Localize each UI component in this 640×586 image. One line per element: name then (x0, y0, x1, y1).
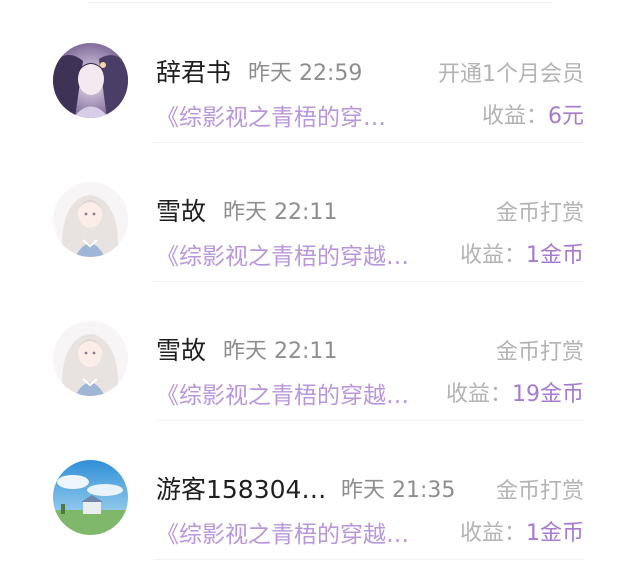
earnings-value: 6元 (548, 104, 584, 129)
earnings-label: 收益： (445, 382, 512, 407)
avatar[interactable] (53, 460, 128, 535)
earnings: 收益：1金币 (460, 237, 584, 269)
income-record-row[interactable]: 雪故 昨天 22:11 金币打赏 《综影视之青梧的穿越… 收益：1金币 (0, 143, 640, 282)
user-name[interactable]: 游客158304… (156, 470, 326, 506)
record-time: 昨天 22:11 (223, 339, 338, 364)
avatar[interactable] (53, 182, 128, 257)
income-record-row[interactable]: 雪故 昨天 22:11 金币打赏 《综影视之青梧的穿越… 收益：19金币 (0, 282, 640, 421)
record-time: 昨天 22:59 (248, 61, 363, 86)
row-divider (154, 559, 584, 560)
earnings-label: 收益： (459, 243, 526, 268)
record-type: 金币打赏 (495, 479, 584, 504)
user-name[interactable]: 辞君书 (156, 53, 231, 89)
income-record-row[interactable]: 辞君书 昨天 22:59 开通1个月会员 《综影视之青梧的穿… 收益：6元 (0, 4, 640, 143)
earnings: 收益：1金币 (460, 515, 584, 547)
avatar-sky-landscape-icon (53, 460, 128, 535)
top-divider (88, 2, 552, 3)
earnings-label: 收益： (459, 521, 526, 546)
book-title-link[interactable]: 《综影视之青梧的穿越… (156, 237, 441, 271)
avatar-white-hair-girl-icon (53, 182, 128, 257)
record-type: 金币打赏 (495, 340, 584, 365)
earnings: 收益：6元 (482, 98, 584, 130)
avatar-white-hair-girl-icon (53, 321, 128, 396)
user-name[interactable]: 雪故 (156, 331, 206, 367)
record-time: 昨天 21:35 (341, 478, 456, 503)
earnings: 收益：19金币 (446, 376, 584, 408)
earnings-value: 1金币 (526, 243, 584, 268)
book-title-link[interactable]: 《综影视之青梧的穿… (156, 98, 416, 132)
record-type: 金币打赏 (495, 201, 584, 226)
avatar[interactable] (53, 43, 128, 118)
record-time: 昨天 22:11 (223, 200, 338, 225)
earnings-value: 19金币 (512, 382, 584, 407)
user-name[interactable]: 雪故 (156, 192, 206, 228)
book-title-link[interactable]: 《综影视之青梧的穿越… (156, 376, 441, 410)
book-title-link[interactable]: 《综影视之青梧的穿越… (156, 515, 441, 549)
avatar[interactable] (53, 321, 128, 396)
record-type: 开通1个月会员 (438, 62, 584, 87)
earnings-label: 收益： (481, 104, 548, 129)
avatar-dark-anime-girl-icon (53, 43, 128, 118)
income-record-row[interactable]: 游客158304… 昨天 21:35 金币打赏 《综影视之青梧的穿越… 收益：1… (0, 421, 640, 560)
earnings-value: 1金币 (526, 521, 584, 546)
